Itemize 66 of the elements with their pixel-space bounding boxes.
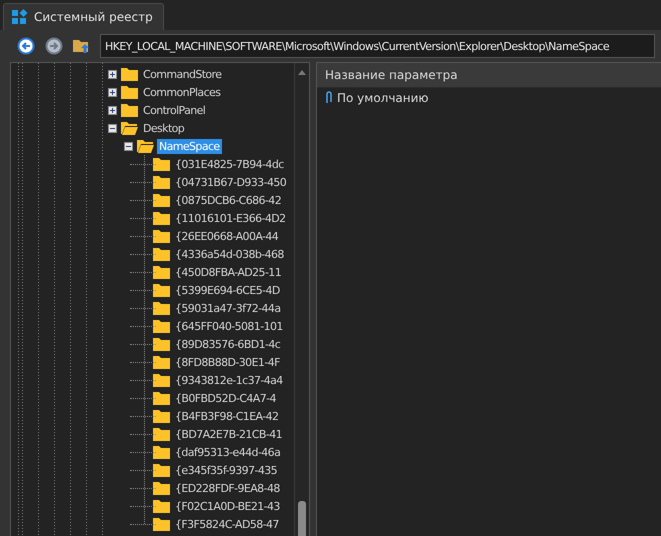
folder-icon [153, 247, 170, 261]
folder-icon [153, 391, 170, 405]
folder-icon [121, 67, 138, 81]
expand-icon[interactable] [108, 106, 117, 114]
folder-icon [153, 229, 170, 243]
tree-item[interactable]: {daf95313-e44d-46a [173, 444, 282, 460]
tree-item[interactable]: ControlPanel [141, 102, 208, 118]
folder-icon [153, 517, 170, 531]
folder-icon [121, 103, 138, 117]
tree-item[interactable]: {4336a54d-038b-468 [173, 246, 286, 262]
folder-icon [137, 139, 154, 153]
folder-icon [153, 175, 170, 189]
folder-icon [153, 283, 170, 297]
tree-item[interactable]: {04731B67-D933-450 [173, 174, 288, 190]
scrollbar[interactable] [294, 63, 309, 536]
tree-item[interactable]: {9343812e-1c37-4a4 [173, 372, 285, 388]
folder-icon [153, 427, 170, 441]
scroll-thumb[interactable] [298, 501, 306, 536]
folder-icon [153, 445, 170, 459]
folder-icon [153, 481, 170, 495]
tree-item[interactable]: {e345f35f-9397-435 [173, 462, 280, 478]
tree-item[interactable]: {5399E694-6CE5-4D [173, 282, 282, 298]
tree-item[interactable]: {F02C1A0D-BE21-43 [173, 498, 282, 514]
tree-item[interactable]: {BD7A2E7B-21CB-41 [173, 426, 284, 442]
tree-item[interactable]: {645FF040-5081-101 [173, 318, 285, 334]
folder-icon [153, 193, 170, 207]
registry-icon [12, 9, 28, 25]
folder-icon [153, 463, 170, 477]
tree-item[interactable]: {031E4825-7B94-4dc [173, 156, 286, 172]
value-name[interactable]: По умолчанию [337, 91, 429, 105]
tree-item[interactable]: {B4FB3F98-C1EA-42 [173, 408, 280, 424]
folder-icon [153, 319, 170, 333]
folder-icon [153, 337, 170, 351]
tree-item[interactable]: {89D83576-6BD1-4c [173, 336, 282, 352]
address-field[interactable]: HKEY_LOCAL_MACHINE\SOFTWARE\Microsoft\Windows\CurrentVersion\Explorer\Desktop\NameSpace [100, 34, 655, 58]
expand-icon[interactable] [108, 70, 117, 78]
tree-item[interactable]: {0875DCB6-C686-42 [173, 192, 284, 208]
tree-item[interactable]: CommandStore [141, 66, 224, 82]
folder-icon [153, 409, 170, 423]
window-tab[interactable]: Системный реестр [3, 3, 164, 30]
tree-item[interactable]: {8FD8B88D-30E1-4F [173, 354, 282, 370]
tree-item[interactable]: {11016101-E366-4D2 [173, 210, 288, 226]
string-value-icon [325, 91, 333, 105]
tree-item[interactable]: {59031a47-3f72-44a [173, 300, 282, 316]
back-button[interactable] [16, 36, 36, 56]
tree-item[interactable]: {B0FBD52D-C4A7-4 [173, 390, 278, 406]
column-header[interactable]: Название параметра [317, 63, 661, 88]
collapse-icon[interactable] [108, 124, 117, 132]
tree-item[interactable]: {ED228FDF-9EA8-48 [173, 480, 282, 496]
folder-icon [153, 301, 170, 315]
tree-item[interactable]: {F3F5824C-AD58-47 [173, 516, 281, 532]
expand-icon[interactable] [108, 88, 117, 96]
folder-icon [153, 373, 170, 387]
tree-item[interactable]: {450D8FBA-AD25-11 [173, 264, 284, 280]
folder-icon [153, 265, 170, 279]
folder-icon [121, 85, 138, 99]
folder-icon [153, 157, 170, 171]
folder-icon [153, 355, 170, 369]
tree-item[interactable]: Desktop [141, 120, 186, 136]
collapse-icon[interactable] [124, 142, 133, 150]
scroll-up-icon[interactable] [298, 70, 306, 75]
tree-item[interactable]: {26EE0668-A00A-44 [173, 228, 280, 244]
folder-icon [153, 211, 170, 225]
tree-item[interactable]: CommonPlaces [141, 84, 222, 100]
folder-icon [121, 121, 138, 135]
folder-icon [153, 499, 170, 513]
